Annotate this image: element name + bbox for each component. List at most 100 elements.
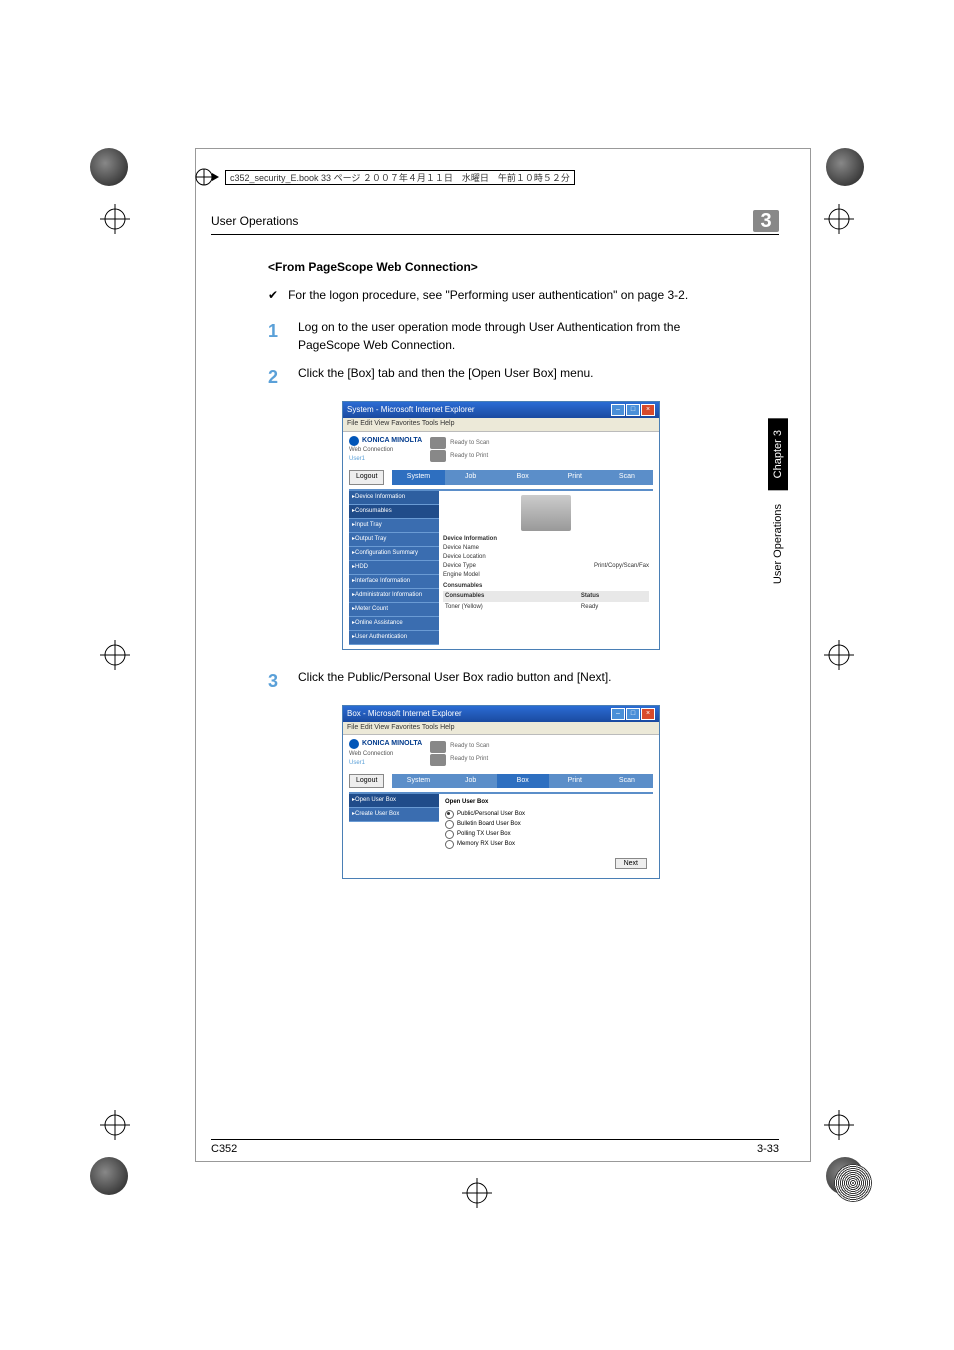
section-tab: User Operations (772, 500, 784, 588)
user-label: User1 (349, 759, 422, 768)
sidebar-item-interface-info[interactable]: ▸Interface Information (349, 575, 439, 589)
sidebar-item-admin-info[interactable]: ▸Administrator Information (349, 589, 439, 603)
brand-logo: KONICA MINOLTA (349, 739, 422, 750)
tab-scan[interactable]: Scan (601, 774, 653, 789)
brand-subtitle: Web Connection (349, 446, 422, 455)
printer-icon (430, 741, 446, 753)
window-title: Box - Microsoft Internet Explorer (347, 708, 462, 720)
registration-mark-icon (100, 640, 130, 670)
tab-scan[interactable]: Scan (601, 470, 653, 485)
table-header: Consumables (443, 591, 579, 602)
brand-subtitle: Web Connection (349, 750, 422, 759)
screenshot-system: System - Microsoft Internet Explorer – □… (342, 401, 660, 650)
step-3: 3 Click the Public/Personal User Box rad… (268, 668, 728, 695)
sidebar: ▸Open User Box ▸Create User Box (349, 794, 439, 874)
radio-icon (445, 810, 454, 819)
field-label: Device Location (443, 553, 649, 562)
radio-option[interactable]: Polling TX User Box (445, 830, 647, 839)
browser-menubar[interactable]: File Edit View Favorites Tools Help (343, 722, 659, 736)
minimize-icon[interactable]: – (611, 708, 625, 720)
tab-system[interactable]: System (392, 470, 444, 485)
close-icon[interactable]: × (641, 708, 655, 720)
radio-icon (445, 820, 454, 829)
pdf-header: c352_security_E.book 33 ページ ２００７年４月１１日 水… (195, 168, 809, 186)
step-number: 2 (268, 364, 284, 391)
tab-row: Logout System Job Box Print Scan (343, 468, 659, 487)
section-title: User Operations (211, 214, 298, 228)
tab-print[interactable]: Print (549, 774, 601, 789)
sidebar-item-input-tray[interactable]: ▸Input Tray (349, 519, 439, 533)
sidebar-item-consumables[interactable]: ▸Consumables (349, 505, 439, 519)
tab-box[interactable]: Box (497, 470, 549, 485)
main-pane: Device Information Device Name Device Lo… (439, 491, 653, 645)
sidebar-item-meter-count[interactable]: ▸Meter Count (349, 603, 439, 617)
window-titlebar: System - Microsoft Internet Explorer – □… (343, 402, 659, 418)
sidebar-item-user-auth[interactable]: ▸User Authentication (349, 631, 439, 645)
registration-mark-icon (462, 1178, 492, 1208)
brand-logo: KONICA MINOLTA (349, 436, 422, 447)
sidebar-item-open-user-box[interactable]: ▸Open User Box (349, 794, 439, 808)
radio-icon (445, 840, 454, 849)
sidebar-item-device-info[interactable]: ▸Device Information (349, 491, 439, 505)
tab-row: Logout System Job Box Print Scan (343, 772, 659, 791)
step-number: 1 (268, 318, 284, 345)
minimize-icon[interactable]: – (611, 404, 625, 416)
screenshot-box: Box - Microsoft Internet Explorer – □ × … (342, 705, 660, 879)
window-title: System - Microsoft Internet Explorer (347, 404, 475, 416)
user-label: User1 (349, 455, 422, 464)
maximize-icon[interactable]: □ (626, 404, 640, 416)
status-print: Ready to Print (450, 755, 488, 764)
printer-icon (430, 754, 446, 766)
pane-heading: Open User Box (445, 798, 647, 807)
field-label: Device Name (443, 544, 649, 553)
sidebar-item-config-summary[interactable]: ▸Configuration Summary (349, 547, 439, 561)
device-image (521, 495, 571, 531)
note-row: ✔ For the logon procedure, see "Performi… (268, 286, 728, 304)
sidebar: ▸Device Information ▸Consumables ▸Input … (349, 491, 439, 645)
radio-option[interactable]: Bulletin Board User Box (445, 820, 647, 829)
option-label: Polling TX User Box (457, 830, 511, 839)
corner-decoration (834, 1164, 872, 1202)
window-buttons: – □ × (611, 404, 655, 416)
pane-heading: Consumables (443, 582, 649, 591)
corner-decoration (90, 1157, 128, 1195)
step-text: Log on to the user operation mode throug… (298, 318, 728, 354)
footer-model: C352 (211, 1143, 237, 1155)
chapter-tab: Chapter 3 (768, 418, 788, 490)
tab-job[interactable]: Job (445, 470, 497, 485)
registration-mark-icon (100, 1110, 130, 1140)
window-buttons: – □ × (611, 708, 655, 720)
step-1: 1 Log on to the user operation mode thro… (268, 318, 728, 354)
registration-mark-icon (824, 640, 854, 670)
corner-decoration (90, 148, 128, 186)
sidebar-item-output-tray[interactable]: ▸Output Tray (349, 533, 439, 547)
close-icon[interactable]: × (641, 404, 655, 416)
logout-button[interactable]: Logout (349, 470, 384, 485)
table-header: Status (579, 591, 649, 602)
radio-option[interactable]: Public/Personal User Box (445, 810, 647, 819)
radio-option[interactable]: Memory RX User Box (445, 840, 647, 849)
tab-system[interactable]: System (392, 774, 444, 789)
sidebar-item-hdd[interactable]: ▸HDD (349, 561, 439, 575)
next-button[interactable]: Next (615, 858, 647, 869)
step-number: 3 (268, 668, 284, 695)
option-label: Memory RX User Box (457, 840, 515, 849)
option-label: Bulletin Board User Box (457, 820, 521, 829)
logout-button[interactable]: Logout (349, 774, 384, 789)
brand-row: KONICA MINOLTA Web Connection User1 Read… (343, 735, 659, 772)
tab-job[interactable]: Job (445, 774, 497, 789)
sidebar-item-online-assist[interactable]: ▸Online Assistance (349, 617, 439, 631)
tab-box[interactable]: Box (497, 774, 549, 789)
arrow-icon (195, 168, 219, 186)
window-titlebar: Box - Microsoft Internet Explorer – □ × (343, 706, 659, 722)
maximize-icon[interactable]: □ (626, 708, 640, 720)
sidebar-item-create-user-box[interactable]: ▸Create User Box (349, 808, 439, 822)
footer-page-number: 3-33 (757, 1143, 779, 1155)
logo-icon (349, 739, 359, 749)
browser-menubar[interactable]: File Edit View Favorites Tools Help (343, 418, 659, 432)
tab-print[interactable]: Print (549, 470, 601, 485)
logo-icon (349, 436, 359, 446)
pane-heading: Device Information (443, 535, 649, 544)
registration-mark-icon (100, 204, 130, 234)
checkmark-icon: ✔ (268, 286, 278, 304)
